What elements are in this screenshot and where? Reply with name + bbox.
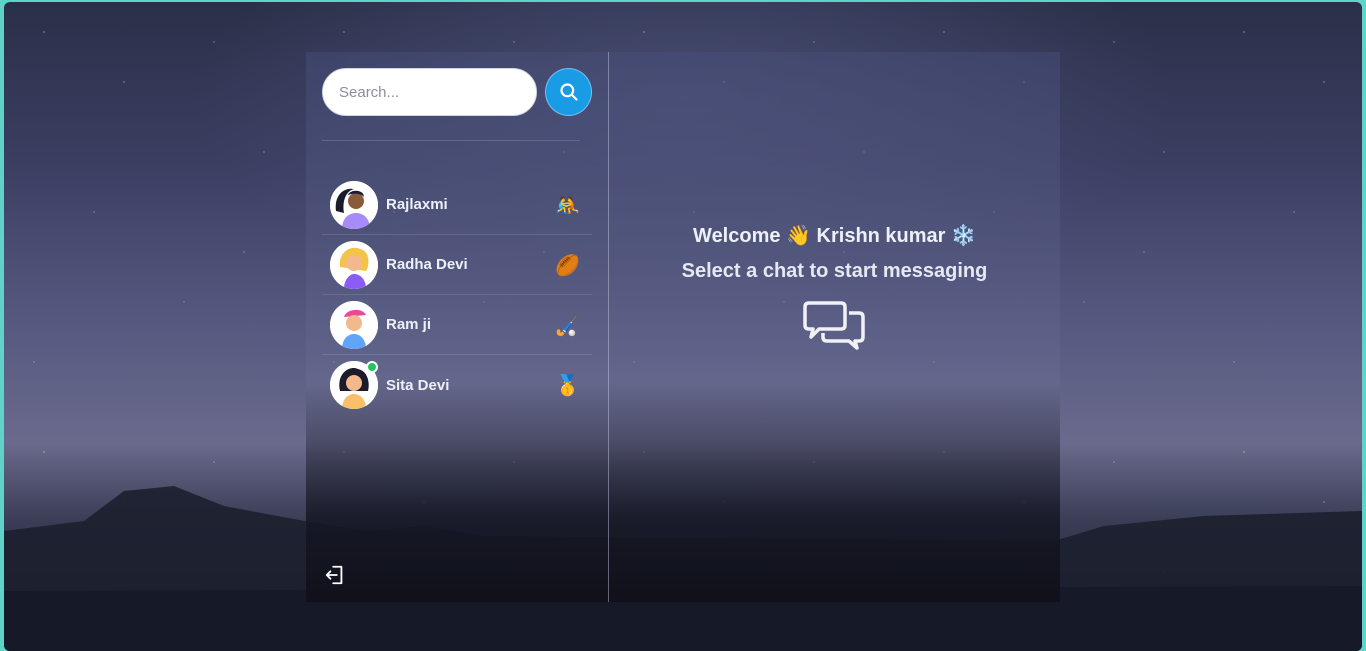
search-icon xyxy=(559,83,578,101)
welcome-subtitle: Select a chat to start messaging xyxy=(681,260,988,282)
conversation-item-ram-ji[interactable]: Ram ji 🏑 xyxy=(322,295,592,355)
welcome-message: Welcome 👋 Krishn kumar ❄️ xyxy=(693,223,976,248)
conversation-item-rajlaxmi[interactable]: Rajlaxmi 🤼 xyxy=(322,175,592,235)
conversation-item-radha-devi[interactable]: Radha Devi 🏉 xyxy=(322,235,592,295)
avatar xyxy=(330,300,378,349)
avatar xyxy=(330,240,378,289)
welcome-greeting: Welcome xyxy=(693,225,781,247)
conversation-item-sita-devi[interactable]: Sita Devi 🥇 xyxy=(322,355,592,415)
sidebar: Rajlaxmi 🤼 Radha Devi 🏉 xyxy=(306,52,609,602)
wave-emoji: 👋 xyxy=(786,225,811,247)
logout-icon[interactable] xyxy=(324,564,346,586)
status-emoji: 🏉 xyxy=(555,252,580,277)
avatar xyxy=(330,180,378,229)
chat-bubbles-icon xyxy=(802,301,865,350)
status-emoji: 🏑 xyxy=(555,312,580,337)
user-name: Krishn kumar xyxy=(816,225,946,247)
status-emoji: 🥇 xyxy=(555,373,580,397)
snowflake-emoji: ❄️ xyxy=(951,225,976,247)
conversation-name: Rajlaxmi xyxy=(386,196,448,213)
online-indicator xyxy=(366,361,378,373)
avatar xyxy=(330,361,378,409)
main-area: Welcome 👋 Krishn kumar ❄️ Select a chat … xyxy=(609,52,1060,602)
conversation-list: Rajlaxmi 🤼 Radha Devi 🏉 Ram ji 🏑 Sita De… xyxy=(322,175,592,415)
conversation-name: Radha Devi xyxy=(386,256,468,273)
status-emoji: 🤼 xyxy=(555,192,580,217)
chat-app-panel: Rajlaxmi 🤼 Radha Devi 🏉 xyxy=(306,52,1060,602)
conversation-name: Ram ji xyxy=(386,316,432,333)
search-bar xyxy=(322,68,592,116)
background-frame: Rajlaxmi 🤼 Radha Devi 🏉 xyxy=(4,2,1362,651)
search-button[interactable] xyxy=(545,68,592,116)
conversation-name: Sita Devi xyxy=(386,376,450,394)
search-input[interactable] xyxy=(322,68,537,116)
sidebar-divider xyxy=(322,140,580,141)
